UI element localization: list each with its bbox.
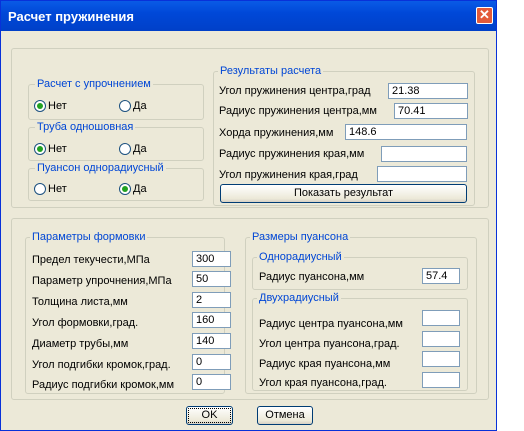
hardening-no-label: Нет xyxy=(48,100,67,112)
forming-field-6[interactable]: 0 xyxy=(192,354,231,370)
cancel-button[interactable]: Отмена xyxy=(257,406,313,425)
ok-button[interactable]: OK xyxy=(186,406,233,425)
punch-title: Размеры пуансона xyxy=(250,231,351,243)
forming-label-2: Параметр упрочнения,МПа xyxy=(32,275,172,287)
punch-double-label-3: Радиус края пуансона,мм xyxy=(259,358,391,370)
punch-single-title: Однорадиусный xyxy=(257,251,344,263)
punch-double-field-1[interactable] xyxy=(422,310,460,326)
result-field-1[interactable]: 21.38 xyxy=(388,83,468,99)
result-label-4: Радиус пружинения края,мм xyxy=(219,148,365,160)
punch-double-label-2: Угол центра пуансона,град. xyxy=(259,338,400,350)
result-field-3[interactable]: 148.6 xyxy=(345,124,467,140)
punch-type-no-radio[interactable] xyxy=(34,183,46,195)
hardening-group: Расчет с упрочнением Нет Да xyxy=(28,78,204,120)
forming-field-4[interactable]: 160 xyxy=(192,312,231,328)
show-result-button[interactable]: Показать результат xyxy=(220,184,467,203)
forming-field-5[interactable]: 140 xyxy=(192,333,231,349)
punch-type-yes-radio[interactable] xyxy=(119,183,131,195)
forming-label-7: Радиус подгибки кромок,мм xyxy=(32,379,175,391)
hardening-yes-radio[interactable] xyxy=(119,100,131,112)
result-field-5[interactable] xyxy=(377,166,467,182)
pipe-title: Труба одношовная xyxy=(35,121,136,133)
title-bar[interactable]: Расчет пружинения ✕ xyxy=(1,1,496,31)
forming-label-3: Толщина листа,мм xyxy=(32,296,128,308)
punch-double-field-2[interactable] xyxy=(422,331,460,347)
hardening-title: Расчет с упрочнением xyxy=(35,78,153,90)
dialog-window: Расчет пружинения ✕ Расчет с упрочнением… xyxy=(0,0,497,431)
punch-type-yes-label: Да xyxy=(133,183,147,195)
forming-label-4: Угол формовки,град. xyxy=(32,317,139,329)
forming-label-6: Угол подгибки кромок,град. xyxy=(32,359,171,371)
punch-double-field-4[interactable] xyxy=(422,372,460,388)
punch-radius-label: Радиус пуансона,мм xyxy=(259,271,365,283)
forming-field-7[interactable]: 0 xyxy=(192,374,231,390)
hardening-no-radio[interactable] xyxy=(34,100,46,112)
forming-label-1: Предел текучести,МПа xyxy=(32,254,150,266)
punch-double-label-4: Угол края пуансона,град. xyxy=(259,377,387,389)
result-label-2: Радиус пружинения центра,мм xyxy=(219,105,377,117)
pipe-no-radio[interactable] xyxy=(34,143,46,155)
pipe-group: Труба одношовная Нет Да xyxy=(28,121,204,161)
punch-radius-field[interactable]: 57.4 xyxy=(422,268,460,284)
forming-field-1[interactable]: 300 xyxy=(192,251,231,267)
punch-double-label-1: Радиус центра пуансона,мм xyxy=(259,318,403,330)
result-label-5: Угол пружинения края,град xyxy=(219,169,358,181)
hardening-yes-label: Да xyxy=(133,100,147,112)
punch-type-group: Пуансон однорадиусный Нет Да xyxy=(28,162,204,201)
window-title: Расчет пружинения xyxy=(8,9,134,24)
forming-title: Параметры формовки xyxy=(30,231,148,243)
punch-double-field-3[interactable] xyxy=(422,351,460,367)
forming-field-3[interactable]: 2 xyxy=(192,292,231,308)
result-field-4[interactable] xyxy=(381,146,467,162)
result-label-3: Хорда пружинения,мм xyxy=(219,127,334,139)
pipe-yes-radio[interactable] xyxy=(119,143,131,155)
punch-double-title: Двухрадиусный xyxy=(257,292,341,304)
punch-type-title: Пуансон однорадиусный xyxy=(35,162,166,174)
punch-type-no-label: Нет xyxy=(48,183,67,195)
pipe-yes-label: Да xyxy=(133,143,147,155)
close-button[interactable]: ✕ xyxy=(476,7,493,24)
pipe-no-label: Нет xyxy=(48,143,67,155)
result-label-1: Угол пружинения центра,град xyxy=(219,85,371,97)
forming-label-5: Диаметр трубы,мм xyxy=(32,338,129,350)
close-icon: ✕ xyxy=(479,7,490,22)
forming-field-2[interactable]: 50 xyxy=(192,271,231,287)
result-field-2[interactable]: 70.41 xyxy=(394,103,468,119)
results-title: Результаты расчета xyxy=(218,65,324,77)
